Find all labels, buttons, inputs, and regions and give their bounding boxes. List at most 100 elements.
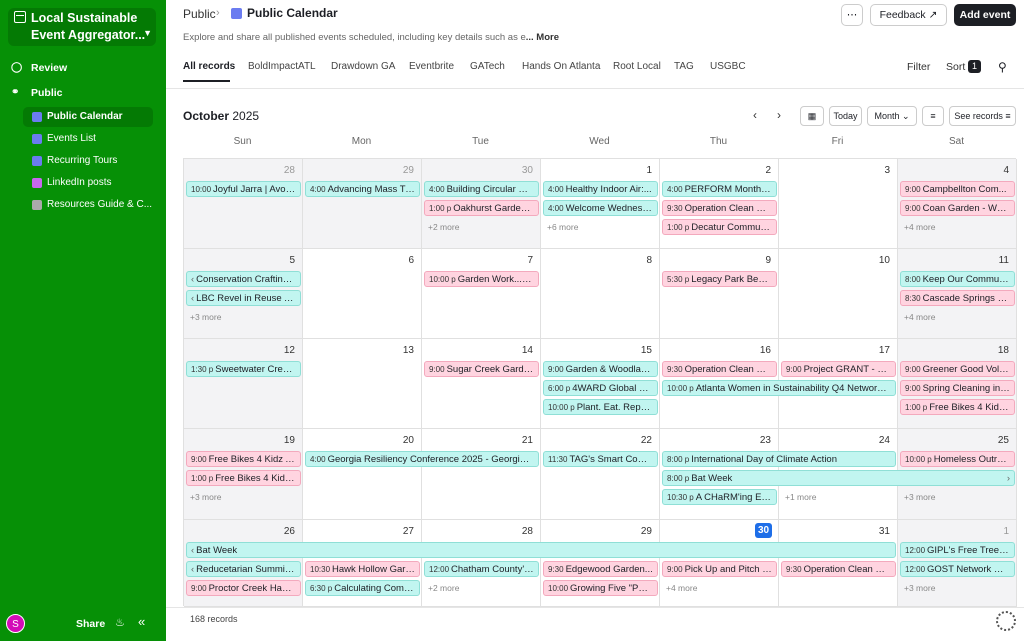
calendar-event[interactable]: 1:00 p Free Bikes 4 Kidz A...	[900, 399, 1015, 415]
more-events-link[interactable]: +1 more	[785, 492, 816, 502]
calendar-event[interactable]: 9:00 Project GRANT - Oc...	[781, 361, 896, 377]
tab-view[interactable]: BoldImpactATL	[248, 61, 316, 72]
calendar-event[interactable]: 8:00 p International Day of Climate Actio…	[662, 451, 896, 467]
calendar-event[interactable]: 4:00 Building Circular Ec...	[424, 181, 539, 197]
tab-view[interactable]: GATech	[470, 61, 505, 72]
calendar-event[interactable]: 1:00 p Decatur Communi...	[662, 219, 777, 235]
breadcrumb-public[interactable]: Public	[183, 7, 216, 21]
feedback-button[interactable]: Feedback ↗	[870, 4, 947, 26]
sidebar-table-item[interactable]: Events List	[23, 129, 153, 149]
calendar-event[interactable]: 9:00 Sugar Creek Garde...	[424, 361, 539, 377]
calendar-event[interactable]: 12:00 GIPL's Free Tree A...	[900, 542, 1015, 558]
calendar-event[interactable]: 1:30 p Sweetwater Creek ...	[186, 361, 301, 377]
more-events-link[interactable]: +3 more	[190, 312, 221, 322]
calendar-event[interactable]: 9:00 Garden & Woodlan...	[543, 361, 658, 377]
sort-button[interactable]: Sort	[946, 61, 965, 73]
calendar-event[interactable]: 8:00 p Bat Week ›	[662, 470, 1015, 486]
search-icon[interactable]: ⚲	[998, 60, 1007, 74]
avatar[interactable]: S	[6, 614, 25, 633]
more-events-link[interactable]: +3 more	[904, 583, 935, 593]
calendar-event[interactable]: 10:00 p Atlanta Women in Sustainability Q…	[662, 380, 896, 396]
calendar-day-cell[interactable]: 3	[779, 159, 898, 249]
calendar-event[interactable]: 9:00 Proctor Creek Habit...	[186, 580, 301, 596]
share-button[interactable]: Share	[76, 618, 105, 630]
calendar-event[interactable]: 12:00 GOST Network Res...	[900, 561, 1015, 577]
calendar-day-cell[interactable]: 14	[422, 339, 541, 429]
calendar-settings-icon[interactable]: ≡	[922, 106, 944, 126]
calendar-event[interactable]: 9:30 Operation Clean Sw...	[781, 561, 896, 577]
more-events-link[interactable]: +3 more	[904, 492, 935, 502]
date-picker-icon[interactable]: ▦	[800, 106, 824, 126]
more-events-link[interactable]: +3 more	[190, 492, 221, 502]
view-select[interactable]: Month ⌄	[867, 106, 917, 126]
calendar-day-cell[interactable]: 10	[779, 249, 898, 339]
calendar-day-cell[interactable]: 7	[422, 249, 541, 339]
more-events-link[interactable]: +4 more	[904, 222, 935, 232]
calendar-event[interactable]: ‹ LBC Revel in Reuse An...	[186, 290, 301, 306]
nav-review[interactable]: ◯ Review	[8, 58, 158, 78]
calendar-event[interactable]: 6:00 p 4WARD Global Cli...	[543, 380, 658, 396]
calendar-day-cell[interactable]: 29	[303, 159, 422, 249]
calendar-day-cell[interactable]: 6	[303, 249, 422, 339]
calendar-event[interactable]: 10:00 Joyful Jarra | Avon...	[186, 181, 301, 197]
calendar-event[interactable]: 4:00 Welcome Wednesd...	[543, 200, 658, 216]
collapse-sidebar-icon[interactable]: «	[138, 614, 145, 629]
calendar-day-cell[interactable]: 28	[184, 159, 303, 249]
calendar-event[interactable]: 8:00 Keep Our Communi...	[900, 271, 1015, 287]
see-records-button[interactable]: See records ≡	[949, 106, 1016, 126]
calendar-event[interactable]: 8:30 Cascade Springs Na...	[900, 290, 1015, 306]
calendar-day-cell[interactable]: 12	[184, 339, 303, 429]
calendar-event[interactable]: 4:00 Georgia Resiliency Conference 2025 -…	[305, 451, 539, 467]
calendar-day-cell[interactable]: 20	[303, 429, 422, 520]
tab-view[interactable]: Hands On Atlanta	[522, 61, 600, 72]
calendar-day-cell[interactable]: 13	[303, 339, 422, 429]
calendar-event[interactable]: 9:00 Pick Up and Pitch In...	[662, 561, 777, 577]
calendar-event[interactable]: 10:00 p Homeless Outreac...	[900, 451, 1015, 467]
nav-public[interactable]: ⚭ Public	[8, 83, 158, 103]
filter-button[interactable]: Filter	[907, 61, 930, 73]
sidebar-table-item[interactable]: Resources Guide & C...	[23, 195, 153, 215]
more-events-link[interactable]: +2 more	[428, 222, 459, 232]
calendar-event[interactable]: 9:30 Edgewood Garden...	[543, 561, 658, 577]
tab-view[interactable]: TAG	[674, 61, 694, 72]
base-switcher[interactable]: Local Sustainable Event Aggregator... ▼	[8, 8, 156, 46]
calendar-event[interactable]: 11:30 TAG's Smart Com...	[543, 451, 658, 467]
tab-view[interactable]: Root Local	[613, 61, 661, 72]
more-events-link[interactable]: +2 more	[428, 583, 459, 593]
calendar-event[interactable]: 9:00 Greener Good Volu...	[900, 361, 1015, 377]
calendar-event[interactable]: 10:00 Growing Five "Poin...	[543, 580, 658, 596]
calendar-event[interactable]: 9:00 Coan Garden - Wyld...	[900, 200, 1015, 216]
next-month-icon[interactable]: ›	[777, 108, 781, 122]
calendar-event[interactable]: 9:00 Campbellton Com...	[900, 181, 1015, 197]
calendar-event[interactable]: 10:00 p Garden Work... ⚠	[424, 271, 539, 287]
sidebar-table-item[interactable]: Recurring Tours	[23, 151, 153, 171]
add-event-button[interactable]: Add event	[954, 4, 1016, 26]
sidebar-table-item[interactable]: LinkedIn posts	[23, 173, 153, 193]
calendar-event[interactable]: 4:00 Healthy Indoor Air:...	[543, 181, 658, 197]
calendar-event[interactable]: 10:00 p Plant. Eat. Repeat...	[543, 399, 658, 415]
calendar-day-cell[interactable]: 9	[660, 249, 779, 339]
calendar-event[interactable]: ‹ Reducetarian Summit ...	[186, 561, 301, 577]
more-options-button[interactable]: ⋯	[841, 4, 863, 26]
calendar-event[interactable]: ‹ Conservation Crafting: ...	[186, 271, 301, 287]
calendar-event[interactable]: 4:00 Advancing Mass Ti...	[305, 181, 420, 197]
calendar-event[interactable]: ‹ Bat Week	[186, 542, 896, 558]
more-events-link[interactable]: +4 more	[666, 583, 697, 593]
tab-view[interactable]: Eventbrite	[409, 61, 454, 72]
calendar-event[interactable]: 6:30 p Calculating Comp...	[305, 580, 420, 596]
calendar-event[interactable]: 4:00 PERFORM Monthly ...	[662, 181, 777, 197]
calendar-event[interactable]: 5:30 p Legacy Park Beauti...	[662, 271, 777, 287]
calendar-event[interactable]: 10:30 Hawk Hollow Gard...	[305, 561, 420, 577]
calendar-day-cell[interactable]: 8	[541, 249, 660, 339]
more-events-link[interactable]: +4 more	[904, 312, 935, 322]
calendar-event[interactable]: 1:00 p Oakhurst Garden -...	[424, 200, 539, 216]
tab-view[interactable]: All records	[183, 61, 235, 72]
calendar-event[interactable]: 9:30 Operation Clean Sw...	[662, 361, 777, 377]
calendar-day-cell[interactable]: 22	[541, 429, 660, 520]
description-more-link[interactable]: ... More	[526, 32, 559, 43]
calendar-event[interactable]: 9:00 Free Bikes 4 Kidz At...	[186, 451, 301, 467]
calendar-event[interactable]: 9:00 Spring Cleaning in ...	[900, 380, 1015, 396]
bell-icon[interactable]: ♨	[115, 616, 125, 629]
calendar-event[interactable]: 10:30 pA CHaRM'ing Eve...	[662, 489, 777, 505]
prev-month-icon[interactable]: ‹	[753, 108, 757, 122]
